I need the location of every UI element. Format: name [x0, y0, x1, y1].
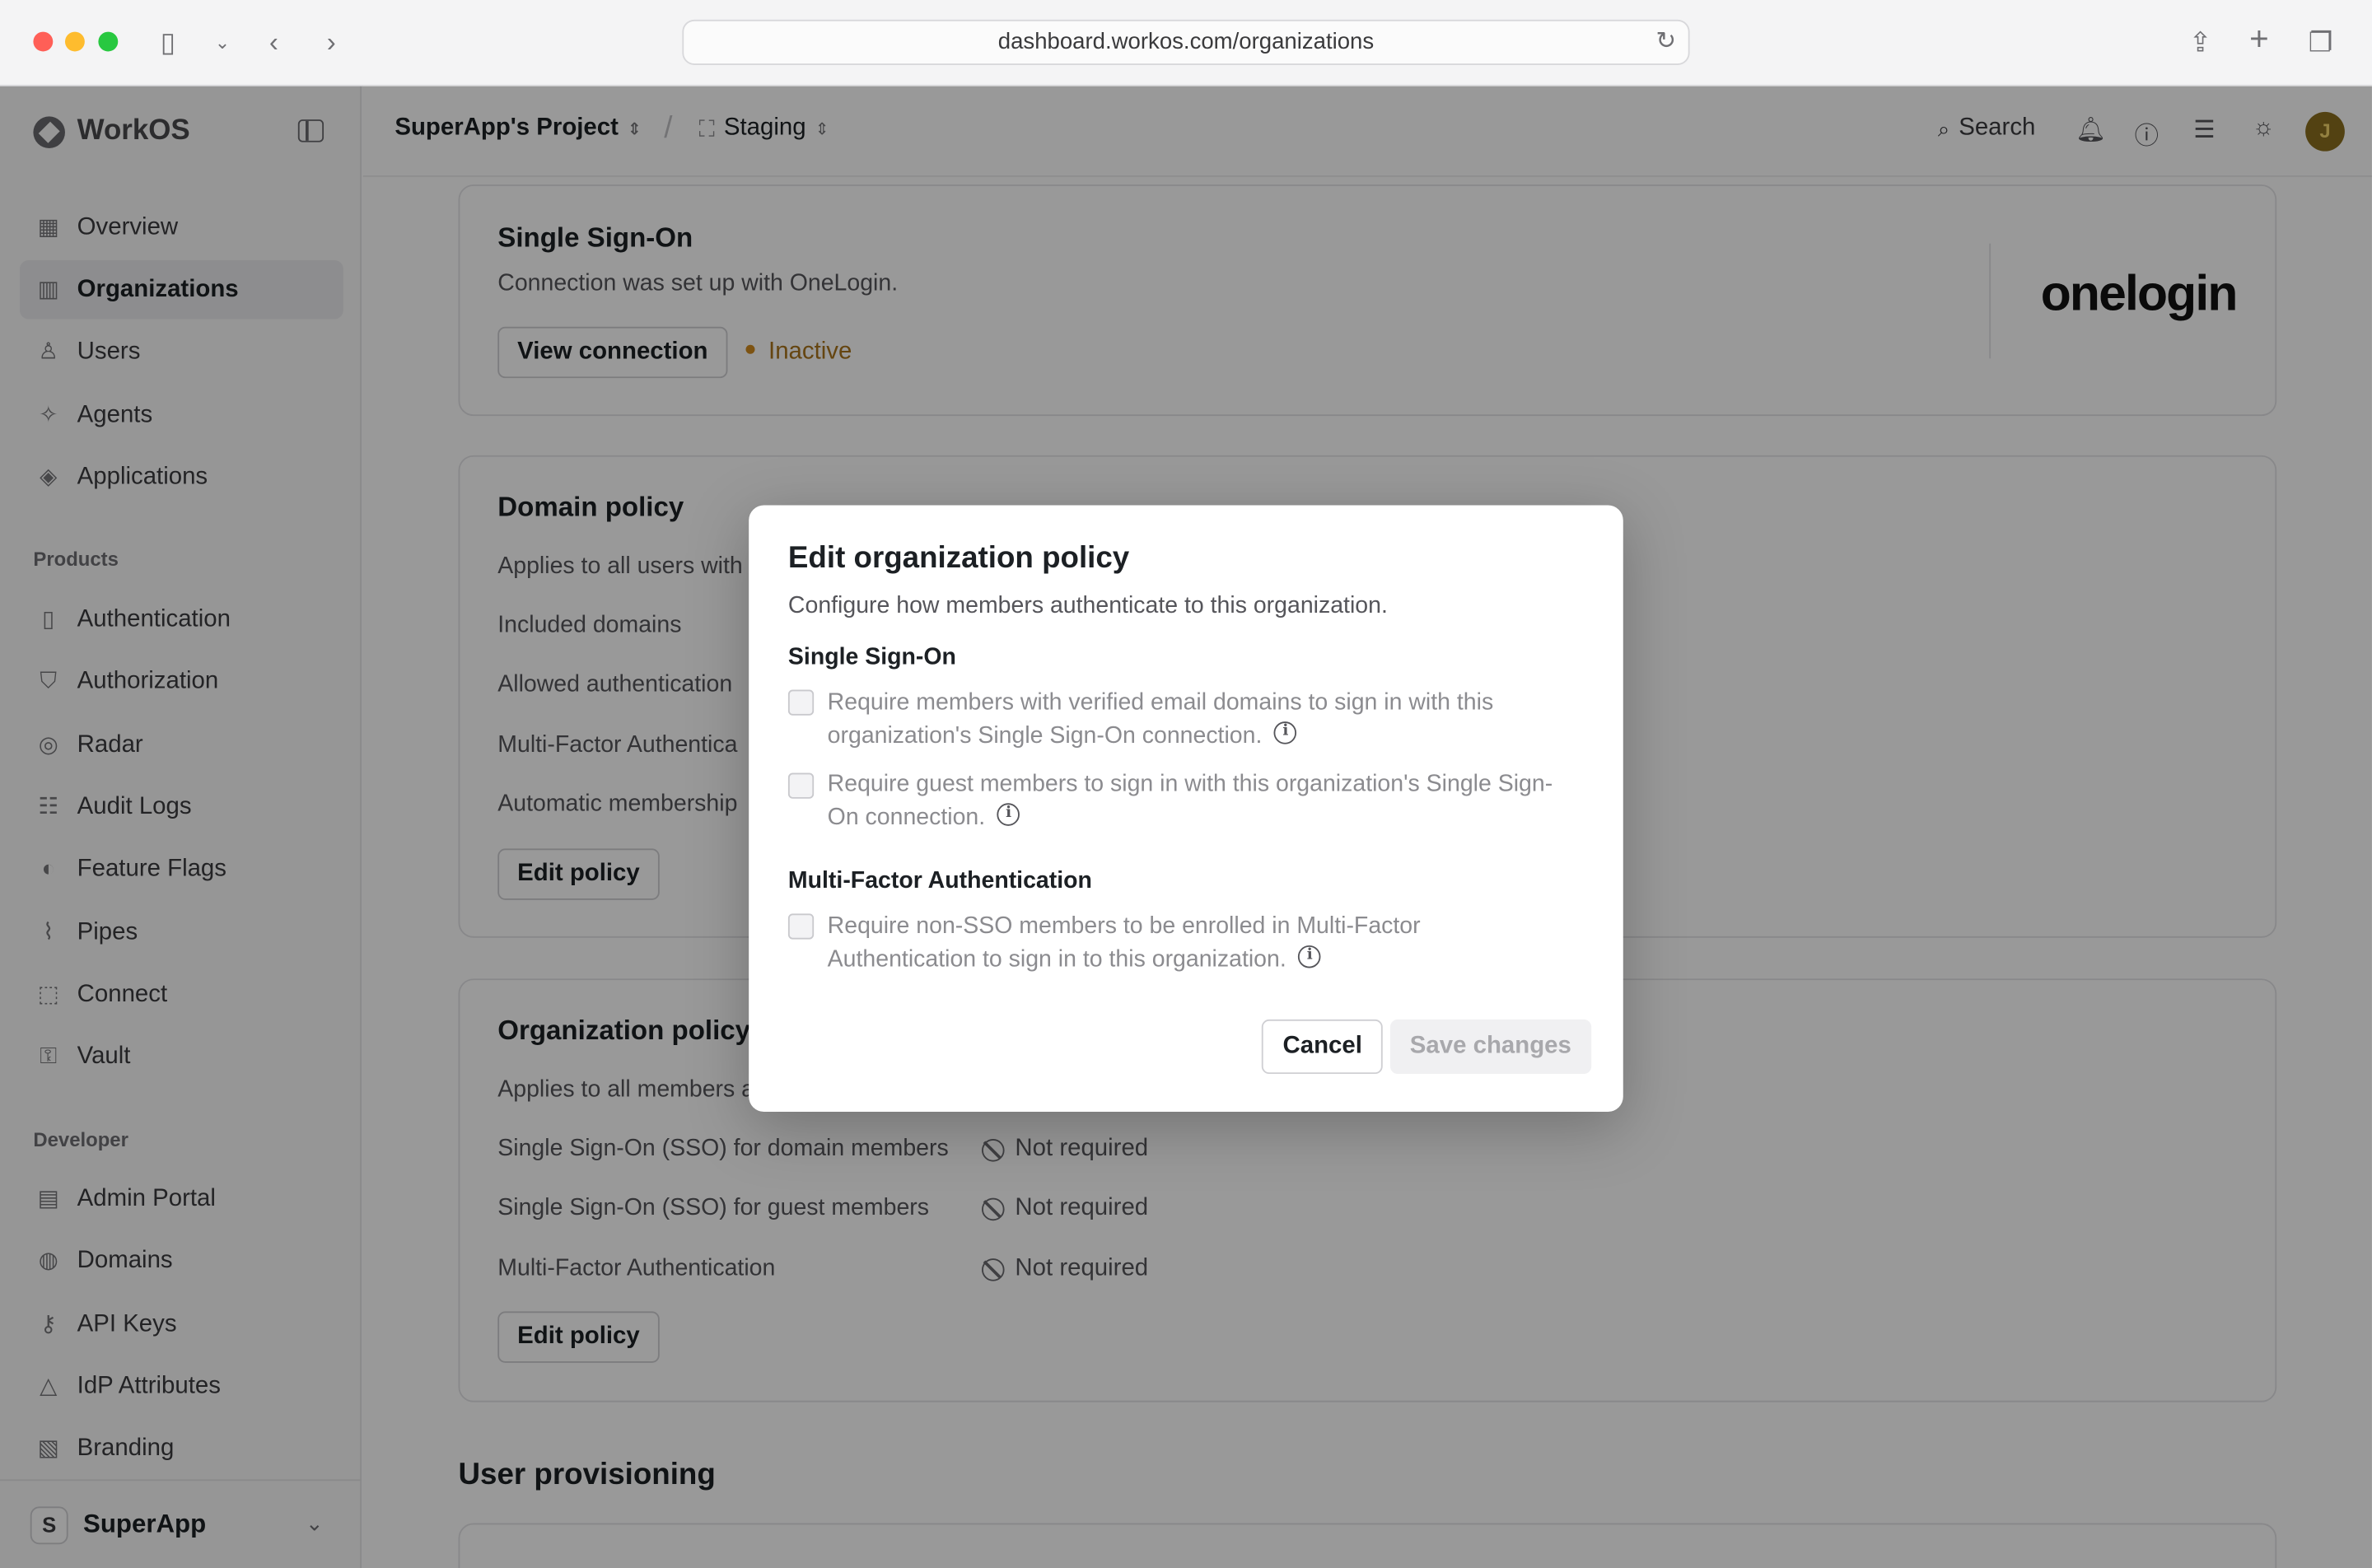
back-icon[interactable]: ‹ [269, 24, 278, 60]
browser-toolbar: ▯ ⌄ ‹ › dashboard.workos.com/organizatio… [0, 0, 2372, 86]
share-icon[interactable]: ⇪ [2189, 24, 2212, 60]
maximize-window-button[interactable] [98, 31, 119, 52]
dialog-title: Edit organization policy [787, 541, 1130, 575]
sso-domain-members-checkbox[interactable] [787, 689, 815, 716]
new-tab-icon[interactable]: + [2249, 21, 2269, 58]
info-icon[interactable]: i [1274, 721, 1297, 745]
sidebar-toggle-icon[interactable]: ▯ [161, 24, 175, 60]
address-bar[interactable]: dashboard.workos.com/organizations ↻ [682, 19, 1690, 65]
option-text: Require non-SSO members to be enrolled i… [827, 913, 1421, 973]
save-changes-button[interactable]: Save changes [1389, 1019, 1591, 1075]
minimize-window-button[interactable] [64, 31, 85, 52]
option-text: Require members with verified email doma… [827, 689, 1494, 749]
app-root: ▯ ⌄ ‹ › dashboard.workos.com/organizatio… [0, 0, 2372, 1568]
sso-section-heading: Single Sign-On [787, 644, 956, 670]
option-text: Require guest members to sign in with th… [827, 771, 1553, 831]
chevron-down-icon[interactable]: ⌄ [215, 24, 230, 60]
tabs-overview-icon[interactable]: ❐ [2309, 24, 2333, 60]
forward-icon[interactable]: › [327, 24, 336, 60]
sso-guest-members-checkbox[interactable] [787, 772, 815, 799]
dialog-description: Configure how members authenticate to th… [787, 592, 1388, 619]
reload-icon[interactable]: ↻ [1655, 21, 1676, 63]
mfa-checkbox[interactable] [787, 913, 815, 940]
info-icon[interactable]: i [997, 804, 1020, 827]
edit-organization-policy-dialog: Edit organization policy Configure how m… [749, 505, 1623, 1112]
mfa-option: Require non-SSO members to be enrolled i… [828, 911, 1463, 978]
sso-domain-members-option: Require members with verified email doma… [828, 687, 1584, 754]
url-text: dashboard.workos.com/organizations [997, 28, 1375, 55]
close-window-button[interactable] [33, 31, 54, 52]
sso-guest-members-option: Require guest members to sign in with th… [828, 768, 1584, 835]
mfa-section-heading: Multi-Factor Authentication [787, 868, 1092, 894]
info-icon[interactable]: i [1298, 945, 1322, 969]
cancel-button[interactable]: Cancel [1261, 1019, 1384, 1075]
